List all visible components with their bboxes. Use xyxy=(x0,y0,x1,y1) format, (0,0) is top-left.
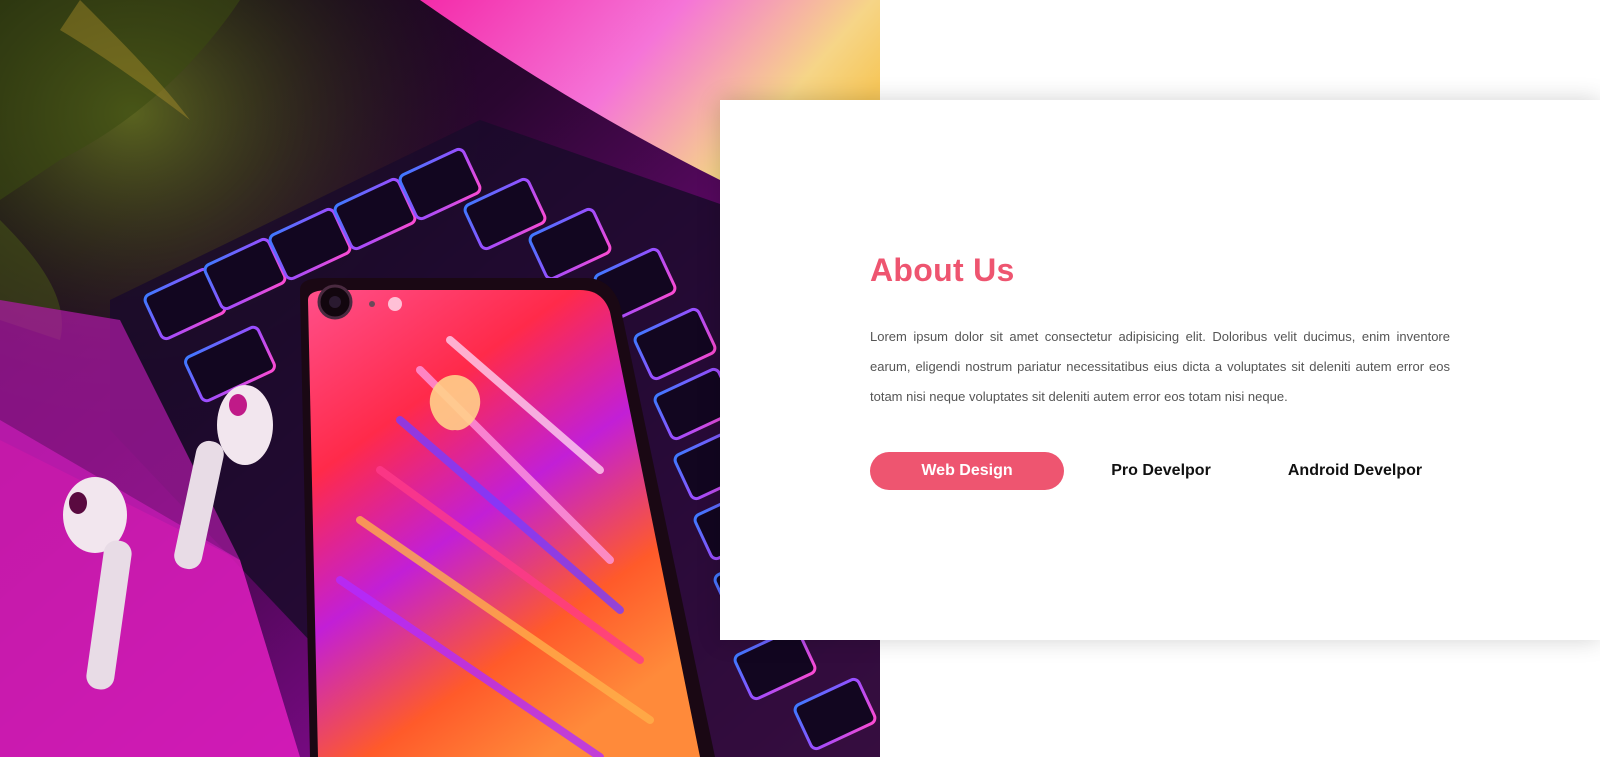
about-description: Lorem ipsum dolor sit amet consectetur a… xyxy=(870,329,1450,404)
tab-pro-developer[interactable]: Pro Develpor xyxy=(1064,452,1258,490)
about-title: About Us xyxy=(870,252,1015,288)
about-card: About Us Lorem ipsum dolor sit amet cons… xyxy=(720,100,1600,640)
tab-web-design[interactable]: Web Design xyxy=(870,452,1064,490)
about-page: About Us Lorem ipsum dolor sit amet cons… xyxy=(0,0,1600,757)
tab-android-developer[interactable]: Android Develpor xyxy=(1258,452,1452,490)
service-tabs: Web Design Pro Develpor Android Develpor xyxy=(870,452,1452,490)
